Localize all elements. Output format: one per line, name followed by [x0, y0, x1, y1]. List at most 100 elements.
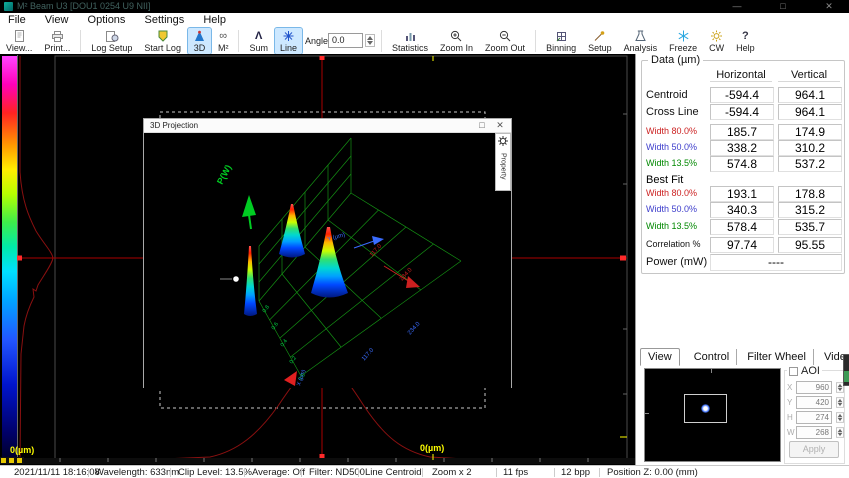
property-tab[interactable]: Property	[495, 133, 511, 191]
status-zoom: Zoom x 2	[432, 467, 472, 478]
camera-preview[interactable]	[644, 368, 781, 462]
menu-options[interactable]: Options	[80, 13, 134, 27]
magnifier-plus-icon	[450, 30, 463, 43]
sum-button[interactable]: Λ Sum	[244, 28, 273, 54]
window-title: M² Beam U3 [DOU1 0254 U9 NII]	[17, 0, 151, 13]
line-button[interactable]: Line	[275, 28, 302, 54]
aoi-h-input[interactable]: 274	[796, 411, 832, 424]
angle-input[interactable]: 0.0	[328, 33, 363, 48]
freeze-button[interactable]: Freeze	[664, 28, 702, 54]
aoi-y-spinner[interactable]	[836, 397, 844, 407]
tab-filter-wheel[interactable]: Filter Wheel	[740, 349, 814, 365]
title-bar: M² Beam U3 [DOU1 0254 U9 NII] — □ ✕	[0, 0, 849, 13]
tab-control[interactable]: Control	[687, 349, 737, 365]
status-bar: 2021/11/11 18:16:08 Wavelength: 633nm Cl…	[0, 465, 849, 478]
close-button[interactable]: ✕	[814, 0, 844, 13]
horizontal-zero-label: 0(µm)	[420, 443, 444, 453]
vertical-zero-label: 0(µm)	[10, 445, 34, 455]
data-row-correlation: Correlation % 97.74 95.55	[646, 237, 842, 253]
page-icon	[13, 30, 26, 43]
crosshair-left-marker[interactable]	[17, 256, 22, 261]
status-separator	[88, 468, 89, 477]
cw-button[interactable]: CW	[704, 28, 729, 54]
aoi-w-spinner[interactable]	[836, 427, 844, 437]
beam-peak-center	[279, 204, 305, 258]
data-row-centroid: Centroid -594.4 964.1	[646, 87, 842, 103]
data-row-cross-line: Cross Line -594.4 964.1	[646, 104, 842, 120]
log-setup-button[interactable]: Log Setup	[86, 28, 137, 54]
magnifier-minus-icon	[499, 30, 512, 43]
angle-control: Angle 0.0	[305, 33, 375, 48]
aoi-header: AOI	[787, 365, 822, 377]
lambda-icon: Λ	[255, 30, 262, 43]
angle-spinner[interactable]	[365, 34, 375, 47]
toolbar-separator	[80, 30, 81, 52]
aoi-field-x: X 960	[787, 381, 841, 394]
3d-projection-body[interactable]: P(W) 0.8 0.6 0.4 0.2 0.0 117.0	[144, 133, 511, 388]
menu-view[interactable]: View	[37, 13, 77, 27]
log-setup-icon	[105, 30, 119, 43]
blue-tick: 117.0	[361, 347, 376, 362]
m2-button[interactable]: ∞ M²	[213, 28, 234, 54]
data-row-bestfit-width135: Width 13.5% 578.4 535.7	[646, 219, 842, 235]
property-tab-label: Property	[500, 153, 507, 179]
green-tick: 0.8	[262, 304, 271, 314]
status-separator	[554, 468, 555, 477]
preview-tick	[711, 369, 712, 373]
right-panel: Data (µm) Horizontal Vertical Centroid -…	[635, 54, 849, 465]
apply-button[interactable]: Apply	[789, 441, 839, 458]
toolbar-separator	[238, 30, 239, 52]
menu-help[interactable]: Help	[195, 13, 234, 27]
toolbar-separator	[381, 30, 382, 52]
aoi-w-input[interactable]: 268	[796, 426, 832, 439]
z-position-slider[interactable]	[843, 354, 849, 386]
crosshair-top-marker[interactable]	[320, 56, 325, 60]
3d-projection-window[interactable]: 3D Projection □ ✕	[143, 118, 512, 388]
app-window: M² Beam U3 [DOU1 0254 U9 NII] — □ ✕ File…	[0, 0, 849, 478]
tab-view[interactable]: View	[640, 348, 680, 366]
3d-projection-titlebar[interactable]: 3D Projection □ ✕	[144, 119, 511, 133]
print-button[interactable]: Print...	[39, 28, 75, 54]
beam-spot	[701, 404, 710, 413]
green-tick: 0.6	[271, 321, 280, 331]
statistics-button[interactable]: Statistics	[387, 28, 433, 54]
analysis-button[interactable]: Analysis	[619, 28, 663, 54]
status-clip-level: Clip Level: 13.5%	[178, 467, 252, 478]
status-separator	[422, 468, 423, 477]
beam-display-area[interactable]: 0(µm) 0(µm) 3D Projection □ ✕	[0, 54, 635, 465]
setup-button[interactable]: Setup	[583, 28, 617, 54]
z-slider-thumb[interactable]	[844, 371, 849, 382]
view-button[interactable]: View...	[1, 28, 37, 54]
vertical-column-header: Vertical	[778, 69, 840, 82]
data-row-power: Power (mW) ----	[646, 254, 842, 270]
status-separator	[496, 468, 497, 477]
projection-close-button[interactable]: ✕	[491, 119, 509, 132]
menu-bar: File View Options Settings Help	[0, 13, 849, 27]
crosshair-right-marker[interactable]	[620, 256, 626, 261]
start-log-button[interactable]: Start Log	[139, 28, 186, 54]
3d-cursor-dot[interactable]	[233, 276, 239, 282]
m-squared-icon: ∞	[219, 30, 227, 43]
zoom-in-button[interactable]: Zoom In	[435, 28, 478, 54]
data-row-width135: Width 13.5% 574.8 537.2	[646, 156, 842, 172]
menu-settings[interactable]: Settings	[137, 13, 193, 27]
binning-button[interactable]: Binning	[541, 28, 581, 54]
zoom-out-button[interactable]: Zoom Out	[480, 28, 530, 54]
projection-maximize-button[interactable]: □	[473, 119, 491, 132]
aoi-y-input[interactable]: 420	[796, 396, 832, 409]
minimize-button[interactable]: —	[722, 0, 752, 13]
status-line-mode: Line Centroid	[365, 467, 422, 478]
3d-button[interactable]: 3D	[188, 28, 211, 54]
p-axis-arrow	[242, 195, 256, 217]
help-button[interactable]: ? Help	[731, 28, 760, 54]
aoi-x-input[interactable]: 960	[796, 381, 832, 394]
aoi-checkbox[interactable]	[789, 367, 798, 376]
maximize-button[interactable]: □	[768, 0, 798, 13]
printer-icon	[50, 30, 65, 43]
aoi-h-spinner[interactable]	[836, 412, 844, 422]
toolbar: View... Print... Log Setup Start Log 3D …	[0, 27, 849, 55]
menu-file[interactable]: File	[0, 13, 34, 27]
aoi-groupbox: AOI X 960 Y 420 H 274 W 268 App	[784, 370, 845, 464]
status-datetime: 2021/11/11 18:16:08	[14, 467, 100, 478]
front-corner-arrow	[284, 371, 297, 386]
